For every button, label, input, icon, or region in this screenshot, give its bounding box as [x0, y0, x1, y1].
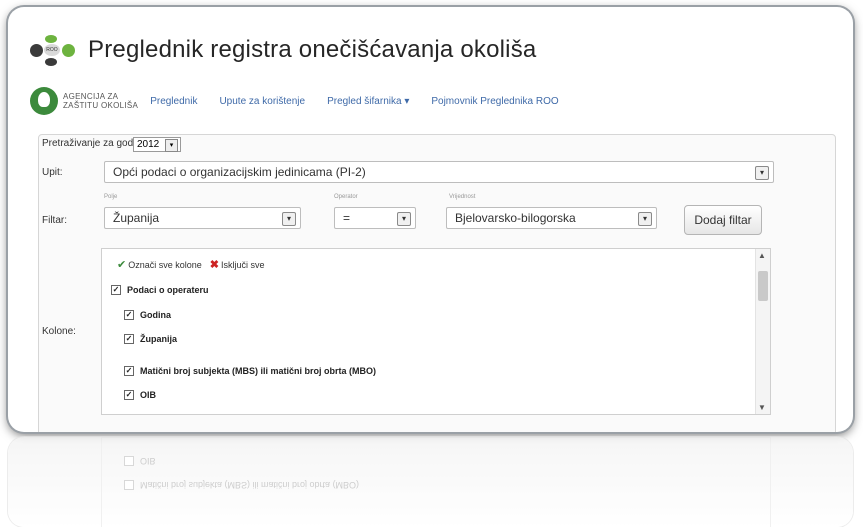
checkbox-icon [124, 480, 134, 490]
year-select[interactable]: 2012 ▾ [133, 137, 181, 152]
reflection-item: OIB [124, 456, 156, 466]
group-label: Podaci o operateru [127, 285, 209, 295]
chevron-down-icon: ▾ [638, 212, 652, 226]
columns-label: Kolone: [42, 326, 76, 337]
chevron-down-icon: ▾ [755, 166, 769, 180]
columns-toolbar: ✔ Označi sve kolone ✖ Isključi sve [117, 258, 265, 271]
column-label: Godina [140, 310, 171, 320]
operator-caption: Operator [334, 194, 358, 200]
tree-icon [30, 87, 58, 115]
chevron-down-icon: ▾ [397, 212, 411, 226]
page-header: ROO Preglednik registra onečišćavanja ok… [30, 33, 536, 67]
value-value: Bjelovarsko-bilogorska [455, 211, 576, 225]
query-label: Upit: [42, 167, 63, 178]
filter-label: Filtar: [42, 215, 67, 226]
reflection-list: OIB Matični broj subjekta (MBS) ili mati… [101, 437, 771, 527]
nav-preglednik[interactable]: Preglednik [150, 96, 197, 107]
year-value: 2012 [137, 139, 160, 150]
column-label: OIB [140, 390, 157, 400]
field-caption: Polje [104, 194, 118, 200]
roo-logo: ROO [30, 33, 82, 67]
chevron-down-icon: ▾ [165, 139, 178, 152]
checkbox-icon [124, 456, 134, 466]
checkbox-checked-icon: ✓ [111, 285, 121, 295]
agency-name-line2: ZAŠTITU OKOLIŠA [63, 101, 139, 110]
scroll-thumb[interactable] [758, 271, 768, 301]
operator-select[interactable]: = ▾ [334, 207, 416, 229]
nav-sifarnik-dropdown[interactable]: Pregled šifarnika ▾ [327, 96, 409, 107]
agency-logo[interactable]: AGENCIJA ZA ZAŠTITU OKOLIŠA [30, 87, 138, 115]
deselect-all-link[interactable]: Isključi sve [221, 260, 265, 270]
columns-list: ✔ Označi sve kolone ✖ Isključi sve ✓ Pod… [101, 248, 771, 415]
agency-name-line1: AGENCIJA ZA [63, 92, 119, 101]
columns-scrollbar[interactable]: ▲ ▼ [755, 249, 770, 414]
select-all-link[interactable]: Označi sve kolone [128, 260, 202, 270]
list-item[interactable]: ✓ Matični broj subjekta (MBS) ili matičn… [124, 366, 376, 376]
main-nav: AGENCIJA ZA ZAŠTITU OKOLIŠA Preglednik U… [30, 87, 581, 115]
column-label: Županija [140, 334, 178, 344]
list-item[interactable]: ✓ Godina [124, 310, 171, 320]
page-title: Preglednik registra onečišćavanja okoliš… [88, 36, 537, 63]
chevron-up-icon[interactable]: ▲ [758, 251, 766, 260]
reflection-label: OIB [140, 456, 156, 466]
field-select[interactable]: Županija ▾ [104, 207, 301, 229]
query-select[interactable]: Opći podaci o organizacijskim jedinicama… [104, 161, 774, 183]
checkbox-checked-icon: ✓ [124, 366, 134, 376]
value-select[interactable]: Bjelovarsko-bilogorska ▾ [446, 207, 657, 229]
checkbox-checked-icon: ✓ [124, 390, 134, 400]
column-label: Matični broj subjekta (MBS) ili matični … [140, 366, 377, 376]
year-label: Pretraživanje za godinu [42, 138, 147, 149]
checkbox-checked-icon: ✓ [124, 310, 134, 320]
cross-icon: ✖ [209, 259, 219, 271]
nav-pojmovnik[interactable]: Pojmovnik Preglednika ROO [431, 96, 558, 107]
list-item[interactable]: ✓ Županija [124, 334, 177, 344]
reflection-item: Matični broj subjekta (MBS) ili matični … [124, 480, 359, 490]
chevron-down-icon[interactable]: ▼ [758, 403, 766, 412]
window-reflection: OIB Matični broj subjekta (MBS) ili mati… [8, 437, 853, 527]
nav-upute[interactable]: Upute za korištenje [219, 96, 305, 107]
reflection-label: Matični broj subjekta (MBS) ili matični … [140, 480, 360, 490]
checkmark-icon: ✔ [117, 259, 127, 271]
chevron-down-icon: ▾ [282, 212, 296, 226]
checkbox-checked-icon: ✓ [124, 334, 134, 344]
query-value: Opći podaci o organizacijskim jedinicama… [113, 165, 366, 179]
operator-value: = [343, 211, 351, 225]
add-filter-button[interactable]: Dodaj filtar [684, 205, 762, 235]
list-item[interactable]: ✓ OIB [124, 390, 156, 400]
value-caption: Vrijednost [449, 194, 476, 200]
field-value: Županija [113, 211, 160, 225]
group-row[interactable]: ✓ Podaci o operateru [111, 285, 209, 295]
